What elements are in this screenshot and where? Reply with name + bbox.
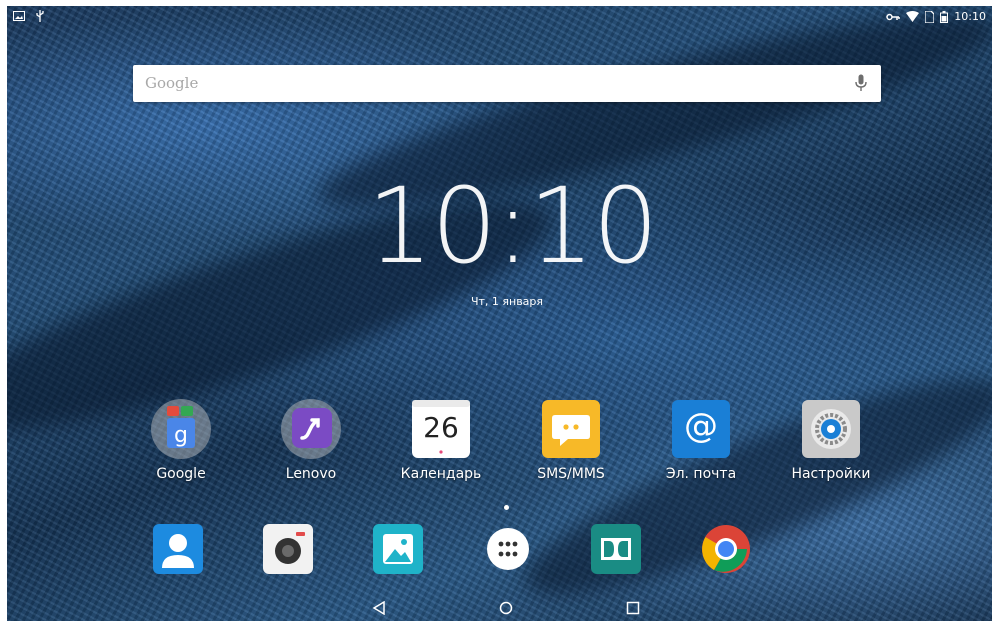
wifi-icon [906, 11, 920, 22]
dolby-icon[interactable] [589, 522, 643, 576]
contacts-icon[interactable] [151, 522, 205, 576]
calendar-icon: 26 [410, 398, 472, 460]
app-google-folder[interactable]: g Google [126, 398, 236, 482]
app-label: Lenovo [285, 466, 337, 482]
messaging-icon [540, 398, 602, 460]
home-screen: 10:10 Google 10:10 Чт, 1 января g Google [7, 6, 992, 621]
vpn-key-icon [886, 13, 901, 20]
back-icon[interactable] [372, 601, 386, 615]
battery-icon [940, 10, 949, 23]
app-label: SMS/MMS [537, 466, 605, 482]
navigation-bar [7, 596, 992, 621]
camera-icon[interactable] [261, 522, 315, 576]
svg-text:g: g [174, 423, 188, 448]
google-folder-icon: g [150, 398, 212, 460]
app-label: Эл. почта [665, 466, 737, 482]
all-apps-icon[interactable] [486, 527, 530, 571]
app-label: Google [156, 466, 206, 482]
app-email[interactable]: @ Эл. почта [646, 398, 756, 482]
chrome-icon[interactable] [699, 522, 753, 576]
app-sms[interactable]: SMS/MMS [516, 398, 626, 482]
home-icon[interactable] [499, 601, 513, 615]
app-label: Календарь [400, 466, 482, 482]
settings-icon [800, 398, 862, 460]
email-icon: @ [670, 398, 732, 460]
status-time: 10:10 [954, 10, 986, 23]
calendar-day: 26 [423, 411, 459, 444]
page-indicator [504, 505, 509, 510]
app-lenovo-folder[interactable]: Lenovo [256, 398, 366, 482]
usb-icon [36, 10, 44, 22]
google-search-bar[interactable]: Google [133, 65, 881, 102]
gallery-icon[interactable] [371, 522, 425, 576]
google-logo: Google [145, 74, 199, 92]
app-calendar[interactable]: 26 Календарь [386, 398, 496, 482]
mic-icon[interactable] [855, 74, 867, 92]
app-label: Настройки [791, 466, 871, 482]
status-bar: 10:10 [7, 6, 992, 28]
sim-icon [925, 10, 935, 23]
app-settings[interactable]: Настройки [776, 398, 886, 482]
clock-date: Чт, 1 января [470, 295, 544, 308]
email-glyph: @ [684, 406, 718, 446]
clock-widget[interactable]: 10:10 [367, 174, 659, 278]
recents-icon[interactable] [626, 601, 640, 615]
lenovo-folder-icon [280, 398, 342, 460]
image-icon [13, 11, 25, 21]
